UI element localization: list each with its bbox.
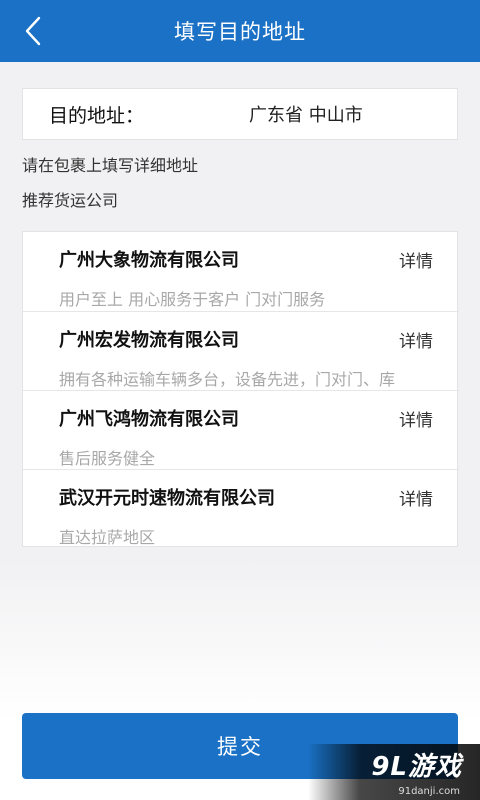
company-item[interactable]: 武汉开元时速物流有限公司 详情 直达拉萨地区 [23,469,459,548]
company-list: 广州大象物流有限公司 详情 用户至上 用心服务于客户 门对门服务 广州宏发物流有… [22,231,459,548]
company-name: 广州飞鸿物流有限公司 [59,409,239,430]
company-detail-link[interactable]: 详情 [399,406,433,431]
top-bar: 填写目的地址 [0,0,480,62]
company-item[interactable]: 广州宏发物流有限公司 详情 拥有各种运输车辆多台，设备先进，门对门、库 [23,311,459,390]
watermark-url: 91danji.com [398,786,460,797]
company-name: 广州大象物流有限公司 [59,250,239,271]
company-name: 武汉开元时速物流有限公司 [59,488,275,509]
submit-label: 提交 [217,735,263,759]
destination-label: 目的地址： [49,104,145,127]
company-detail-link[interactable]: 详情 [399,327,433,352]
company-item[interactable]: 广州大象物流有限公司 详情 用户至上 用心服务于客户 门对门服务 [23,232,459,311]
company-name: 广州宏发物流有限公司 [59,330,239,351]
watermark-logo: 9L游戏 [371,752,462,782]
destination-row: 目的地址： 广东省 中山市 [22,88,458,140]
page-title: 填写目的地址 [174,20,306,44]
chevron-left-icon [25,16,41,46]
company-description: 直达拉萨地区 [59,528,156,547]
recommend-heading: 推荐货运公司 [22,191,119,210]
back-button[interactable] [16,14,50,48]
company-item[interactable]: 广州飞鸿物流有限公司 详情 售后服务健全 [23,390,459,469]
company-description: 拥有各种运输车辆多台，设备先进，门对门、库 [59,370,396,389]
destination-value: 广东省 中山市 [249,105,363,126]
company-description: 售后服务健全 [59,449,156,468]
watermark: 9L游戏 91danji.com [308,744,480,800]
company-description: 用户至上 用心服务于客户 门对门服务 [59,290,326,309]
address-hint: 请在包裹上填写详细地址 [22,156,199,175]
company-detail-link[interactable]: 详情 [399,247,433,272]
company-detail-link[interactable]: 详情 [399,485,433,510]
